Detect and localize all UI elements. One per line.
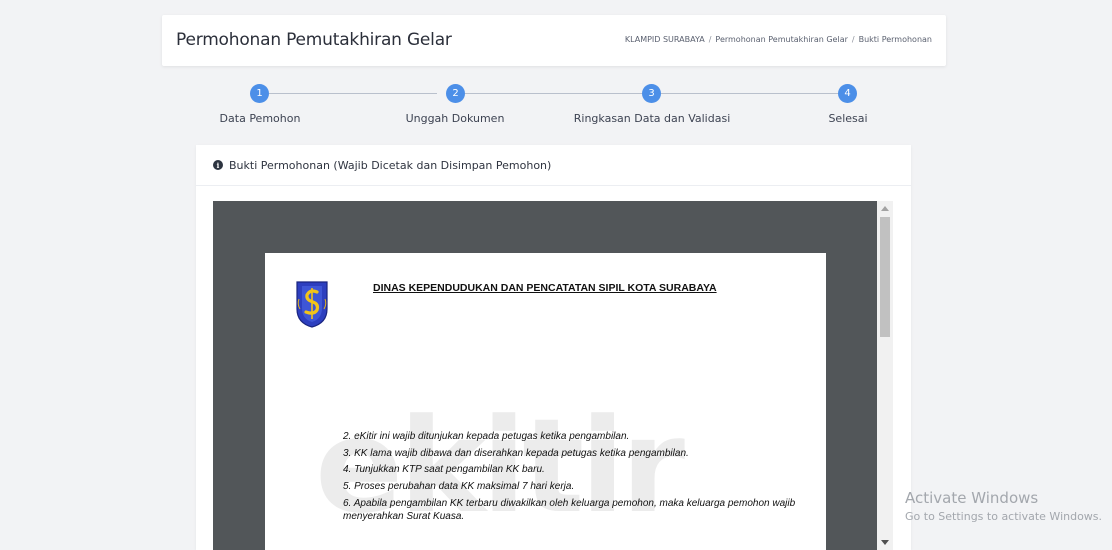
- breadcrumb-item-home[interactable]: KLAMPID SURABAYA: [625, 35, 705, 44]
- breadcrumb-item-current: Bukti Permohonan: [858, 35, 932, 44]
- breadcrumb-separator: /: [851, 35, 855, 44]
- step-connector: [269, 93, 437, 94]
- scrollbar-thumb[interactable]: [880, 217, 890, 337]
- step-4-circle: 4: [838, 84, 857, 103]
- breadcrumb-item-section[interactable]: Permohonan Pemutakhiran Gelar: [715, 35, 847, 44]
- step-2-circle: 2: [446, 84, 465, 103]
- scroll-up-arrow-icon[interactable]: [881, 206, 889, 211]
- note-item: 6. Apabila pengambilan KK terbaru diwaki…: [343, 498, 796, 522]
- activation-subtitle: Go to Settings to activate Windows.: [905, 510, 1103, 523]
- breadcrumb: KLAMPID SURABAYA / Permohonan Pemutakhir…: [625, 35, 932, 44]
- note-item: 3. KK lama wajib dibawa dan diserahkan k…: [343, 447, 689, 459]
- step-2-label: Unggah Dokumen: [405, 112, 505, 125]
- document-heading: DINAS KEPENDUDUKAN DAN PENCATATAN SIPIL …: [373, 282, 717, 294]
- windows-activation-watermark: Activate Windows Go to Settings to activ…: [905, 489, 1102, 523]
- step-1-circle: 1: [250, 84, 269, 103]
- page-header: Permohonan Pemutakhiran Gelar KLAMPID SU…: [162, 15, 946, 66]
- pdf-viewer[interactable]: ekitir DINAS KEPENDUDUKAN DAN PENCATATAN…: [213, 201, 893, 550]
- note-item: 2. eKitir ini wajib ditunjukan kepada pe…: [343, 431, 630, 442]
- step-3-circle: 3: [642, 84, 661, 103]
- scroll-down-arrow-icon[interactable]: [881, 540, 889, 545]
- pdf-scrollbar[interactable]: [877, 201, 893, 550]
- note-item: 5. Proses perubahan data KK maksimal 7 h…: [343, 480, 575, 492]
- note-item: 4. Tunjukkan KTP saat pengambilan KK bar…: [343, 464, 545, 475]
- info-circle-icon: i: [213, 160, 223, 170]
- step-1-label: Data Pemohon: [219, 112, 301, 125]
- page-title: Permohonan Pemutakhiran Gelar: [176, 30, 452, 50]
- step-connector: [661, 93, 839, 94]
- surabaya-crest-logo: [296, 281, 328, 328]
- receipt-card: i Bukti Permohonan (Wajib Dicetak dan Di…: [196, 145, 911, 550]
- pdf-page: ekitir DINAS KEPENDUDUKAN DAN PENCATATAN…: [265, 253, 826, 550]
- activation-title: Activate Windows: [905, 489, 1039, 507]
- step-4-label: Selesai: [828, 112, 868, 125]
- card-header: i Bukti Permohonan (Wajib Dicetak dan Di…: [196, 145, 911, 186]
- progress-stepper: 1 2 3 4 Data Pemohon Unggah Dokumen Ring…: [195, 80, 915, 130]
- step-3-label: Ringkasan Data dan Validasi: [573, 112, 731, 125]
- breadcrumb-separator: /: [708, 35, 712, 44]
- card-title: Bukti Permohonan (Wajib Dicetak dan Disi…: [229, 158, 552, 172]
- step-connector: [465, 93, 643, 94]
- document-notes: 2. eKitir ini wajib ditunjukan kepada pe…: [343, 429, 818, 523]
